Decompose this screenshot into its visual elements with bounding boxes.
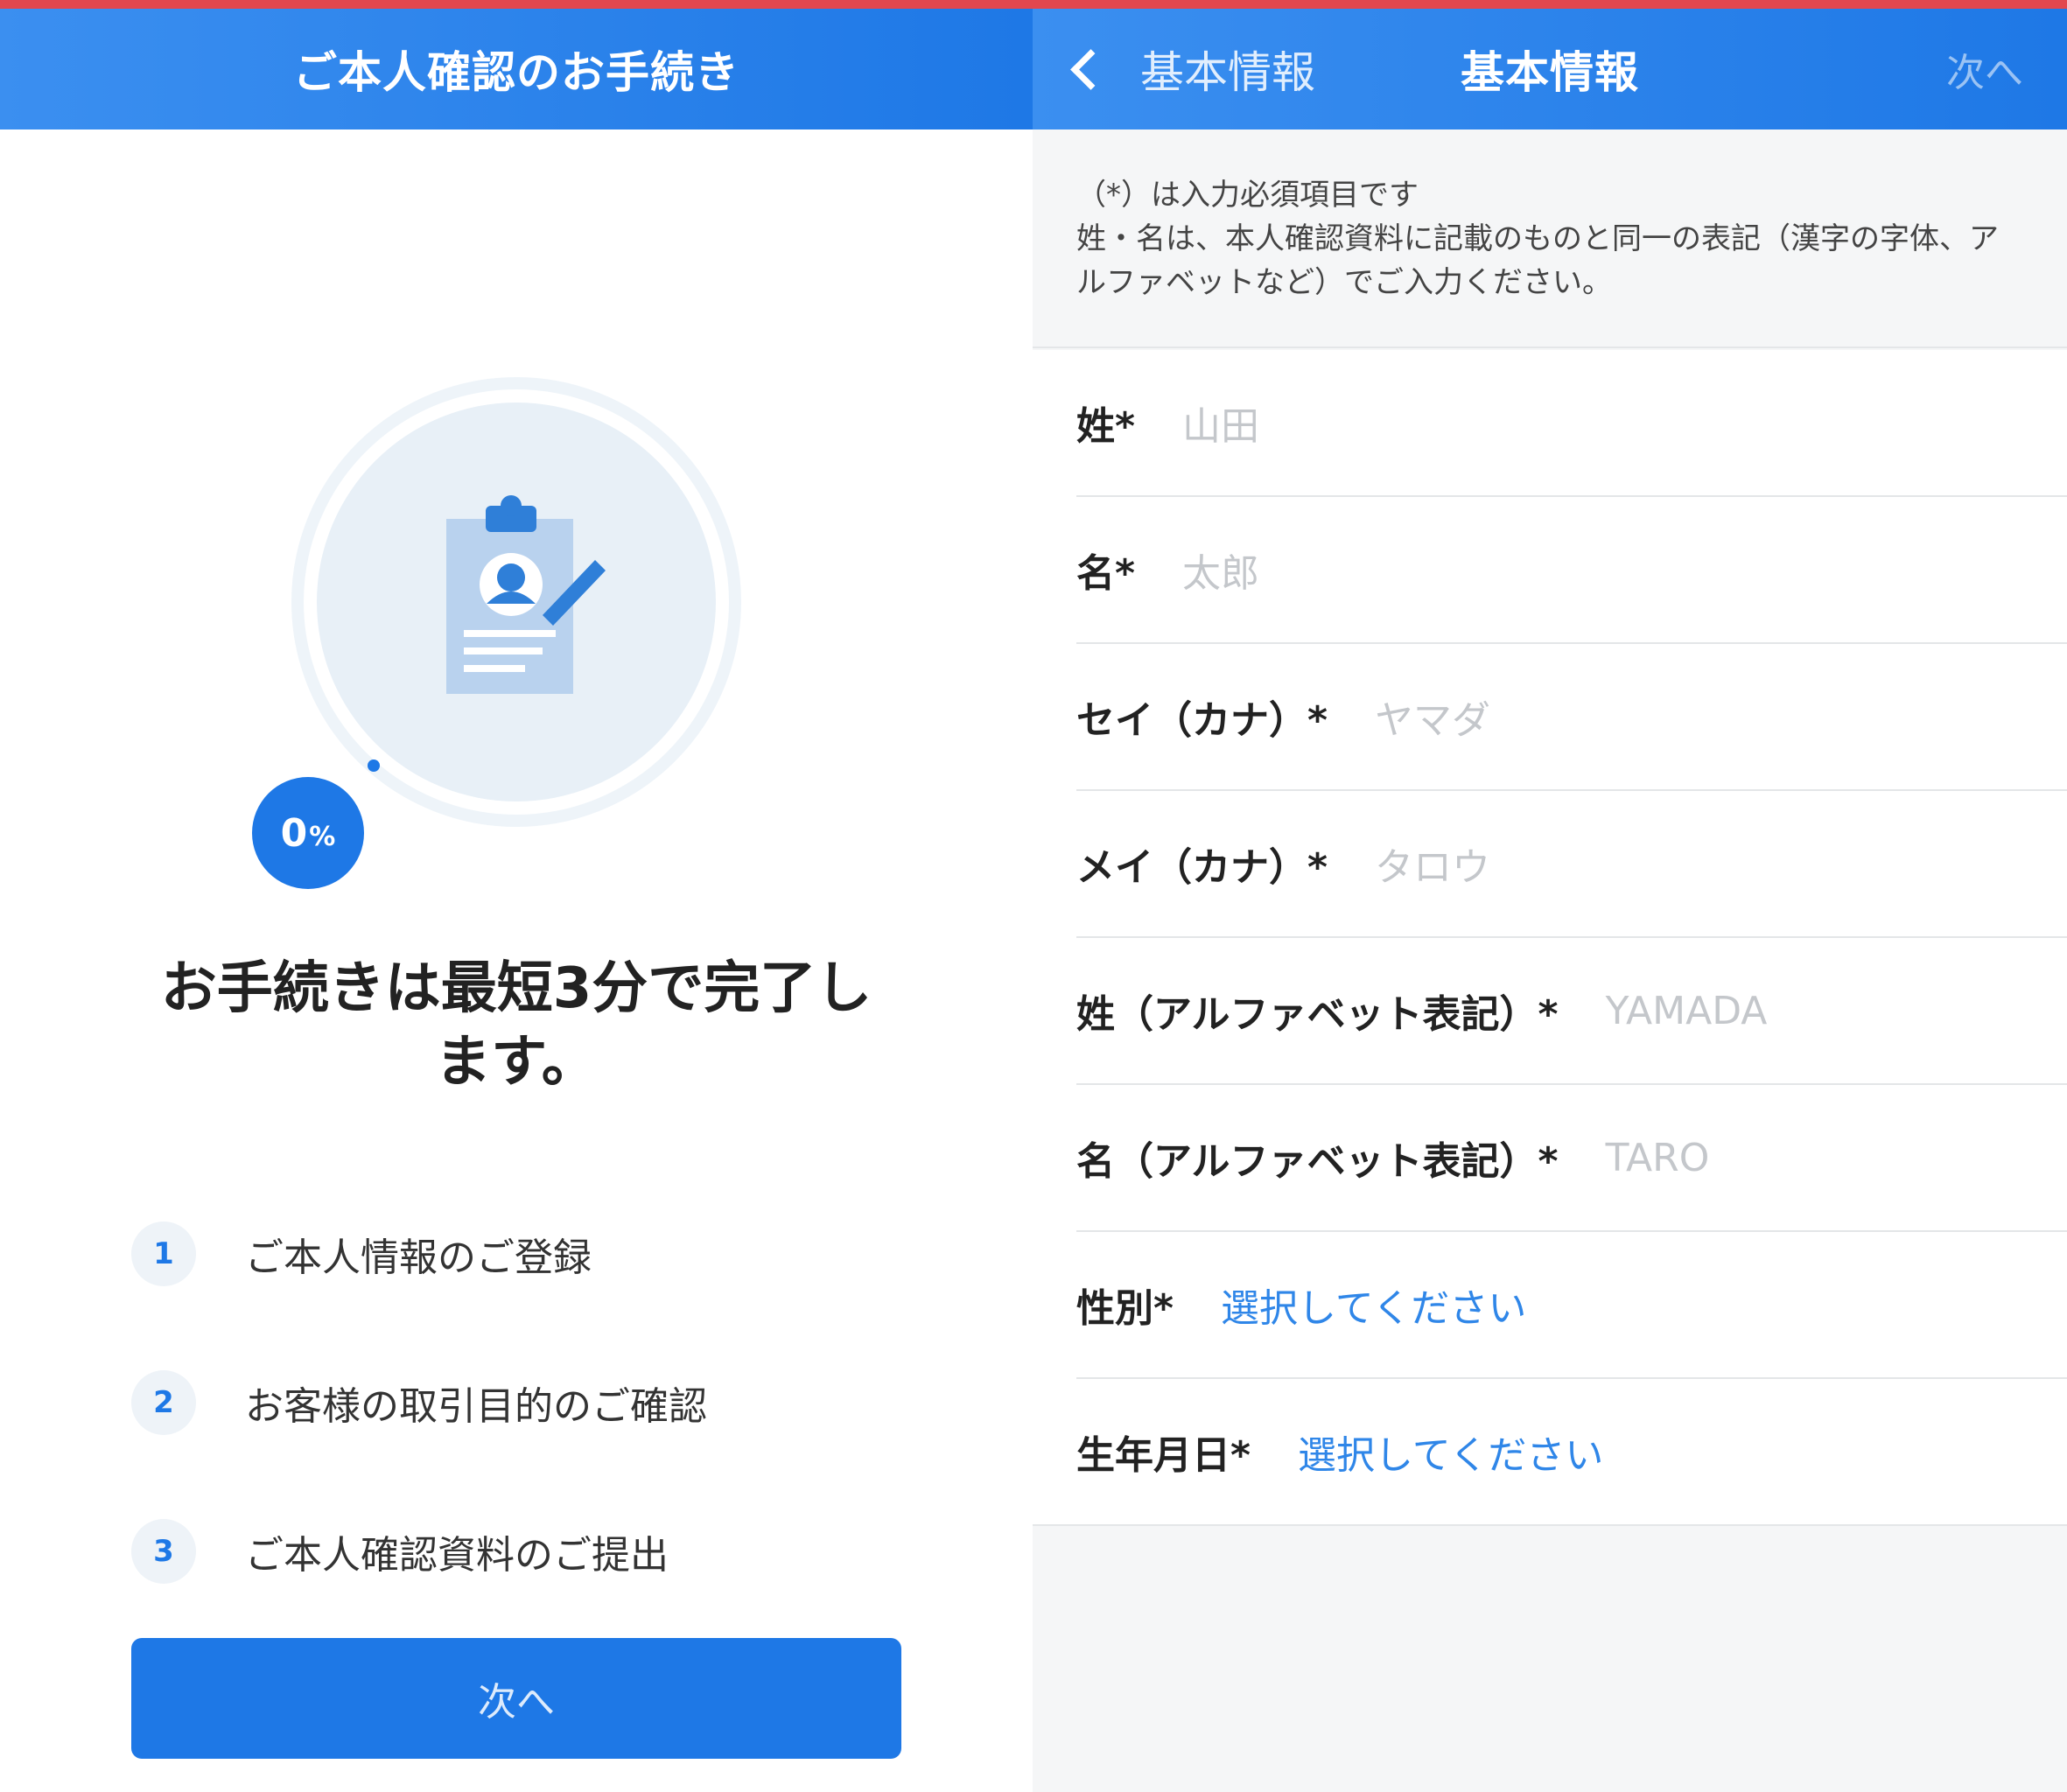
header-next-link[interactable]: 次へ <box>1946 9 2023 130</box>
basic-info-form: 姓* 山田 名* 太郎 セイ（カナ）* ヤマダ メイ（カナ）* タロウ 姓（アル… <box>1033 350 2067 1526</box>
birthdate-select[interactable]: 選択してください <box>1298 1424 1603 1480</box>
field-last-name[interactable]: 姓* 山田 <box>1076 350 2067 497</box>
progress-value: 0 <box>280 810 308 856</box>
back-button[interactable]: 基本情報 <box>1061 9 1315 130</box>
first-name-kana-input[interactable]: タロウ <box>1375 836 1490 892</box>
page-title: ご本人確認のお手続き <box>293 47 739 98</box>
first-name-input[interactable]: 太郎 <box>1182 542 1259 598</box>
step-item: 1 ご本人情報のご登録 <box>131 1180 919 1328</box>
last-name-alpha-input[interactable]: YAMADA <box>1606 989 1768 1033</box>
field-label: 生年月日* <box>1076 1433 1251 1478</box>
field-first-name-kana[interactable]: メイ（カナ）* タロウ <box>1076 791 2067 938</box>
note-line-3: ルファベットなど）でご入力ください。 <box>1076 265 1612 300</box>
last-name-kana-input[interactable]: ヤマダ <box>1375 689 1490 745</box>
field-label: 名（アルファベット表記）* <box>1076 1139 1559 1184</box>
basic-info-screen: （*）は入力必須項目です 姓・名は、本人確認資料に記載のものと同一の表記（漢字の… <box>1033 130 2067 1792</box>
field-first-name-alpha[interactable]: 名（アルファベット表記）* TARO <box>1076 1085 2067 1232</box>
step-label: ご本人確認資料のご提出 <box>245 1533 669 1578</box>
clipboard-profile-icon <box>291 377 741 827</box>
intro-screen: 0 % お手続きは最短3分で完了し ます。 1 ご本人情報のご登録 2 お客様の… <box>0 130 1033 1792</box>
next-button[interactable]: 次へ <box>131 1638 901 1759</box>
headline-line-2: ます。 <box>435 1030 598 1095</box>
step-label: ご本人情報のご登録 <box>245 1236 592 1280</box>
required-note: （*）は入力必須項目です 姓・名は、本人確認資料に記載のものと同一の表記（漢字の… <box>1033 130 2067 348</box>
field-label: 姓* <box>1076 404 1136 449</box>
step-number: 1 <box>131 1222 196 1286</box>
left-header: ご本人確認のお手続き <box>0 9 1033 130</box>
step-item: 2 お客様の取引目的のご確認 <box>131 1328 919 1477</box>
note-line-1: （*）は入力必須項目です <box>1076 178 1419 213</box>
step-item: 3 ご本人確認資料のご提出 <box>131 1477 919 1626</box>
field-label: メイ（カナ）* <box>1076 845 1328 890</box>
status-accent-bar <box>0 0 2067 9</box>
headline-line-1: お手続きは最短3分で完了し <box>160 956 872 1021</box>
chevron-left-icon <box>1070 48 1111 90</box>
field-first-name[interactable]: 名* 太郎 <box>1076 497 2067 644</box>
step-number: 3 <box>131 1519 196 1584</box>
field-gender[interactable]: 性別* 選択してください <box>1076 1232 2067 1379</box>
progress-badge: 0 % <box>252 777 364 889</box>
field-last-name-alpha[interactable]: 姓（アルファベット表記）* YAMADA <box>1076 938 2067 1085</box>
headline: お手続きは最短3分で完了し ます。 <box>105 952 928 1099</box>
field-last-name-kana[interactable]: セイ（カナ）* ヤマダ <box>1076 644 2067 791</box>
field-birthdate[interactable]: 生年月日* 選択してください <box>1033 1379 2067 1526</box>
step-number: 2 <box>131 1370 196 1435</box>
field-label: セイ（カナ）* <box>1076 698 1328 743</box>
right-header: 基本情報 基本情報 次へ <box>1033 9 2067 130</box>
note-line-2: 姓・名は、本人確認資料に記載のものと同一の表記（漢字の字体、ア <box>1076 221 1999 256</box>
field-label: 性別* <box>1076 1286 1174 1331</box>
progress-unit: % <box>309 821 336 852</box>
page-title: 基本情報 <box>1461 47 1639 98</box>
field-label: 姓（アルファベット表記）* <box>1076 992 1559 1037</box>
back-label: 基本情報 <box>1140 47 1315 98</box>
steps-list: 1 ご本人情報のご登録 2 お客様の取引目的のご確認 3 ご本人確認資料のご提出 <box>131 1180 919 1626</box>
step-label: お客様の取引目的のご確認 <box>245 1384 707 1429</box>
last-name-input[interactable]: 山田 <box>1182 395 1259 451</box>
field-label: 名* <box>1076 551 1136 596</box>
first-name-alpha-input[interactable]: TARO <box>1606 1136 1710 1180</box>
gender-select[interactable]: 選択してください <box>1221 1277 1526 1333</box>
